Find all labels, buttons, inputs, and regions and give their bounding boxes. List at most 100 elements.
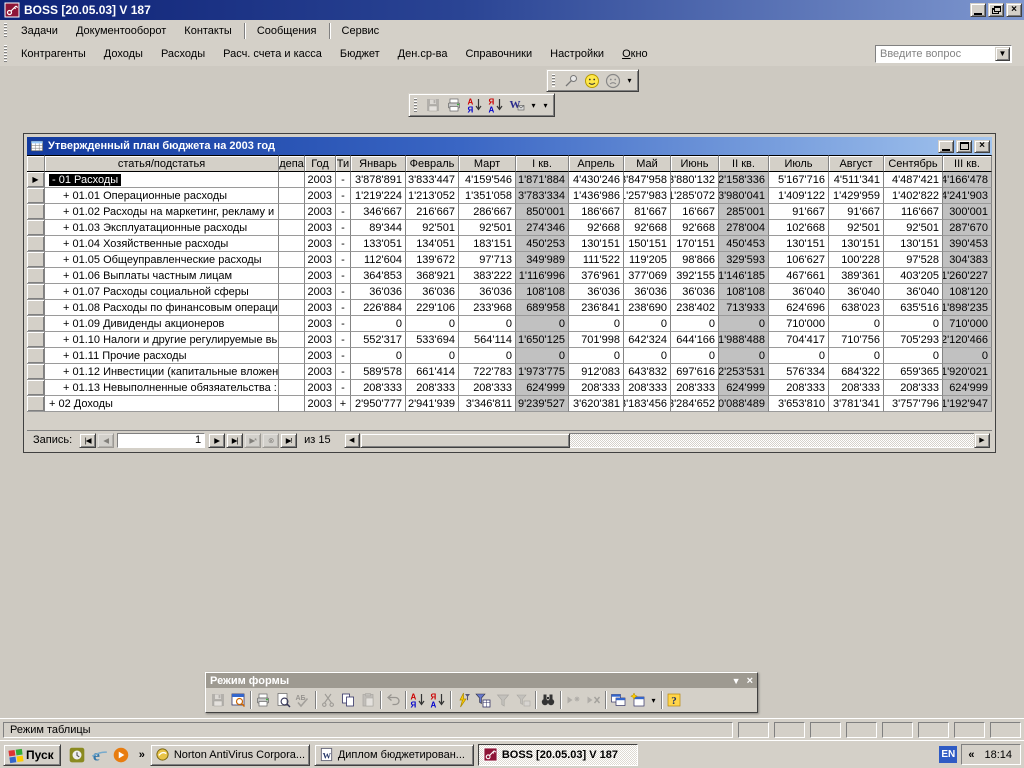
cell-department[interactable]	[279, 300, 305, 316]
cell-value[interactable]: 552'317	[351, 332, 406, 348]
cell-name[interactable]: - 01 Расходы	[45, 172, 279, 188]
column-header[interactable]: Июль	[769, 155, 829, 172]
cell-value[interactable]: 130'151	[569, 236, 624, 252]
cell-value[interactable]: 705'293	[884, 332, 943, 348]
cell-value[interactable]: 1'213'052	[406, 188, 459, 204]
cell-value[interactable]: 1'219'224	[351, 188, 406, 204]
window-minimize-button[interactable]	[938, 140, 954, 153]
cell-value[interactable]: 9'239'527	[516, 396, 569, 412]
cell-value[interactable]: 236'841	[569, 300, 624, 316]
cell-value[interactable]: 1'436'986	[569, 188, 624, 204]
cell-value[interactable]: 389'361	[829, 268, 884, 284]
cell-value[interactable]: 2'253'531	[719, 364, 769, 380]
cell-value[interactable]: 1'409'122	[769, 188, 829, 204]
cell-type[interactable]: -	[336, 316, 351, 332]
cell-value[interactable]: 710'000	[943, 316, 992, 332]
cell-year[interactable]: 2003	[305, 300, 336, 316]
cell-value[interactable]: 1'920'021	[943, 364, 992, 380]
cell-department[interactable]	[279, 348, 305, 364]
cell-value[interactable]: 635'516	[884, 300, 943, 316]
cell-department[interactable]	[279, 364, 305, 380]
cell-value[interactable]: 100'228	[829, 252, 884, 268]
cell-value[interactable]: 697'616	[671, 364, 719, 380]
cell-value[interactable]: 589'578	[351, 364, 406, 380]
cell-value[interactable]: 3'783'334	[516, 188, 569, 204]
cell-department[interactable]	[279, 332, 305, 348]
cell-name[interactable]: + 01.04 Хозяйственные расходы	[45, 236, 279, 252]
cell-type[interactable]: -	[336, 268, 351, 284]
cell-value[interactable]: 383'222	[459, 268, 516, 284]
cell-year[interactable]: 2003	[305, 268, 336, 284]
cell-name[interactable]: + 01.07 Расходы социальной сферы	[45, 284, 279, 300]
cell-department[interactable]	[279, 204, 305, 220]
cell-value[interactable]: 238'690	[624, 300, 671, 316]
cell-value[interactable]: 0	[671, 348, 719, 364]
cell-value[interactable]: 130'151	[884, 236, 943, 252]
window-titlebar[interactable]: Утвержденный план бюджета на 2003 год ×	[27, 137, 992, 155]
sort-ascending-icon[interactable]: АЯ	[465, 95, 485, 115]
cell-value[interactable]: 106'627	[769, 252, 829, 268]
cell-value[interactable]: 1'429'959	[829, 188, 884, 204]
menu-item-modules[interactable]: Контрагенты	[12, 45, 95, 63]
cell-name[interactable]: + 01.12 Инвестиции (капитальные вложен	[45, 364, 279, 380]
row-selector[interactable]	[27, 204, 45, 220]
row-selector[interactable]	[27, 380, 45, 396]
dropdown-icon[interactable]: ▾	[528, 95, 539, 115]
column-header[interactable]: Год	[305, 155, 336, 172]
cell-name[interactable]: + 01.06 Выплаты частным лицам	[45, 268, 279, 284]
cell-value[interactable]: 722'783	[459, 364, 516, 380]
cell-value[interactable]: 133'051	[351, 236, 406, 252]
cell-value[interactable]: 92'501	[884, 220, 943, 236]
cell-value[interactable]: 3'878'891	[351, 172, 406, 188]
column-header[interactable]: Сентябрь	[884, 155, 943, 172]
task-button[interactable]: BOSS [20.05.03] V 187	[478, 744, 638, 766]
cell-value[interactable]: 2'941'939	[406, 396, 459, 412]
filter-by-form-icon[interactable]	[473, 690, 493, 710]
row-selector[interactable]	[27, 268, 45, 284]
cell-type[interactable]: -	[336, 252, 351, 268]
toolbar-grip[interactable]	[552, 74, 555, 87]
cell-value[interactable]: 4'511'341	[829, 172, 884, 188]
cell-value[interactable]: 912'083	[569, 364, 624, 380]
cell-type[interactable]: -	[336, 332, 351, 348]
cell-type[interactable]: -	[336, 188, 351, 204]
toolbar-grip[interactable]	[414, 98, 417, 112]
cell-value[interactable]: 97'713	[459, 252, 516, 268]
column-header[interactable]: Февраль	[406, 155, 459, 172]
cell-value[interactable]: 304'383	[943, 252, 992, 268]
cell-value[interactable]: 92'501	[829, 220, 884, 236]
cell-name[interactable]: + 01.10 Налоги и другие регулируемые вь	[45, 332, 279, 348]
menu-item-main[interactable]: Задачи	[12, 22, 67, 40]
menu-item-modules[interactable]: Настройки	[541, 45, 613, 63]
row-selector[interactable]	[27, 284, 45, 300]
cell-value[interactable]: 36'040	[829, 284, 884, 300]
cell-value[interactable]: 701'998	[569, 332, 624, 348]
cell-year[interactable]: 2003	[305, 348, 336, 364]
record-number-input[interactable]	[117, 433, 205, 448]
spelling-icon[interactable]: АБ	[293, 690, 313, 710]
database-window-icon[interactable]	[608, 690, 628, 710]
row-selector[interactable]	[27, 316, 45, 332]
cell-value[interactable]: 0	[516, 316, 569, 332]
cell-value[interactable]: 576'334	[769, 364, 829, 380]
column-header[interactable]: Август	[829, 155, 884, 172]
start-button[interactable]: Пуск	[3, 744, 61, 766]
quick-launch-app-icon[interactable]	[68, 746, 86, 764]
cell-value[interactable]: 36'036	[569, 284, 624, 300]
menu-item-main[interactable]: Контакты	[175, 22, 241, 40]
language-indicator[interactable]: EN	[939, 746, 957, 763]
cell-type[interactable]: -	[336, 236, 351, 252]
cell-value[interactable]: 0	[516, 348, 569, 364]
cell-name[interactable]: + 01.11 Прочие расходы	[45, 348, 279, 364]
cell-value[interactable]: 134'051	[406, 236, 459, 252]
cell-value[interactable]: 208'333	[829, 380, 884, 396]
cell-value[interactable]: 624'696	[769, 300, 829, 316]
pin-icon[interactable]	[561, 71, 581, 91]
cell-value[interactable]: 36'040	[884, 284, 943, 300]
cell-name[interactable]: + 01.13 Невыполненные обязяательства :	[45, 380, 279, 396]
cell-year[interactable]: 2003	[305, 396, 336, 412]
cell-type[interactable]: -	[336, 364, 351, 380]
column-header[interactable]: Июнь	[671, 155, 719, 172]
cell-value[interactable]: 36'036	[459, 284, 516, 300]
cell-year[interactable]: 2003	[305, 204, 336, 220]
